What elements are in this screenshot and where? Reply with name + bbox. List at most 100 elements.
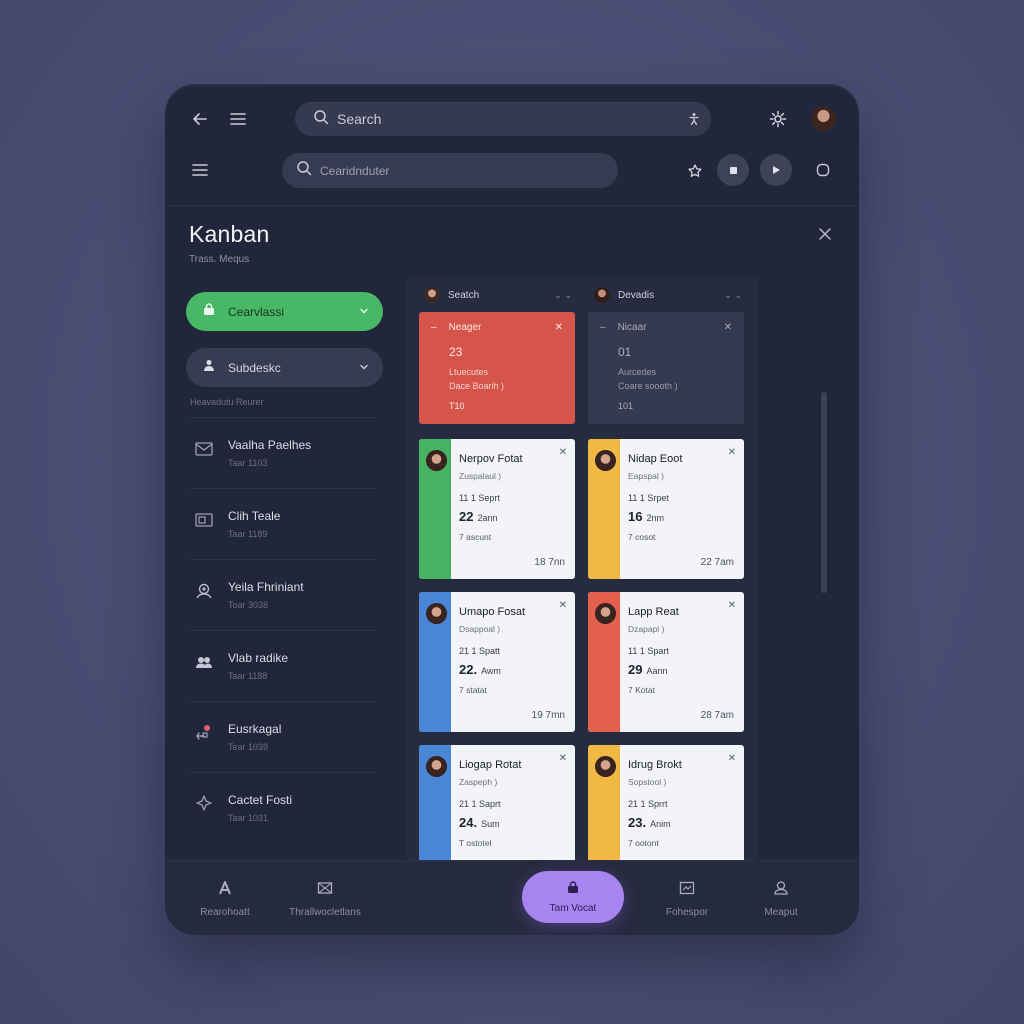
- task-card[interactable]: Umapo Fosat Dsappoal ) 21 1 Spatt 22. Awm…: [419, 592, 575, 732]
- primary-filter-dropdown[interactable]: Cearvlassi: [186, 292, 383, 331]
- card-color-strip: [588, 439, 620, 579]
- sidebar-item-sub: Tear 1039: [228, 742, 269, 752]
- task-card[interactable]: Lapp Reat Dzapapl ) 11 1 Spart 29 Aann 7 …: [588, 592, 744, 732]
- card-date: 21 1 Spatt: [459, 646, 501, 656]
- secondary-filter-dropdown[interactable]: Subdeskc: [186, 348, 383, 387]
- sidebar-item-sub: Taar 1031: [228, 813, 269, 823]
- sidebar-item[interactable]: Clih Teale Taar 1189: [190, 488, 376, 559]
- team-vote-button[interactable]: Tam Vocat: [522, 871, 624, 923]
- card-color-strip: [588, 592, 620, 732]
- summary-card[interactable]: – Nicaar ✕ 01 Aurcedes Coare soooth ) 101: [588, 312, 744, 424]
- sidebar-item-sub: Toar 3038: [228, 600, 269, 610]
- card-number: 29: [628, 662, 643, 677]
- summary-card[interactable]: – Neager ✕ 23 Ltuecutes Dace Boarih ) T10: [419, 312, 575, 424]
- card-time: 28 7am: [700, 710, 734, 721]
- more-options-icon[interactable]: [811, 158, 835, 182]
- card-status: 7 ootont: [628, 838, 659, 848]
- card-time: 22 7am: [700, 557, 734, 568]
- task-card[interactable]: Nidap Eoot Eapspal ) 11 1 Srpet 16 2nm 7 …: [588, 439, 744, 579]
- accessibility-icon[interactable]: [677, 102, 711, 136]
- task-card[interactable]: Nerpov Fotat Zuspalaul ) 11 1 Seprt 22 2a…: [419, 439, 575, 579]
- nav-item-profile[interactable]: Meaput: [741, 861, 821, 935]
- primary-filter-label: Cearvlassi: [228, 304, 285, 319]
- sidebar-item[interactable]: Yeila Fhriniant Toar 3038: [190, 559, 376, 630]
- card-number: 22.: [459, 662, 478, 677]
- card-status: 7 cosot: [628, 532, 656, 542]
- user-group-icon: [202, 358, 216, 377]
- play-icon: [773, 166, 780, 174]
- sidebar-item-label: Eusrkagal: [228, 722, 282, 736]
- sidebar-item-label: Vaalha Paelhes: [228, 438, 312, 452]
- card-number: 16: [628, 509, 643, 524]
- close-icon[interactable]: ✕: [728, 600, 736, 611]
- close-icon[interactable]: ✕: [728, 447, 736, 458]
- user-badge-icon: [194, 581, 216, 603]
- stop-icon: [729, 166, 737, 174]
- settings-gear-icon[interactable]: [765, 106, 791, 132]
- card-meta: Sum: [481, 819, 500, 829]
- nav-label: Rearohoatt: [200, 906, 250, 918]
- lock-icon: [566, 880, 580, 899]
- avatar: [594, 287, 610, 303]
- global-search-bar[interactable]: Search: [295, 102, 711, 136]
- close-icon[interactable]: ✕: [728, 753, 736, 764]
- sidebar-item-label: Yeila Fhriniant: [228, 580, 304, 594]
- card-subtitle: Dzapapl ): [628, 624, 665, 634]
- card-color-strip: [419, 439, 451, 579]
- menu-icon[interactable]: [225, 106, 251, 132]
- share-icon: [194, 723, 216, 745]
- card-meta: Awm: [481, 666, 501, 676]
- play-button[interactable]: [760, 154, 792, 186]
- people-icon: [194, 652, 216, 674]
- sidebar-item[interactable]: Vlab radike Taar 1188: [190, 630, 376, 701]
- sidebar-item-label: Clih Teale: [228, 509, 281, 523]
- card-time: 19 7mn: [531, 710, 565, 721]
- search-icon: [296, 160, 312, 181]
- close-icon[interactable]: ✕: [559, 600, 567, 611]
- card-title: Liogap Rotat: [459, 759, 522, 771]
- column-title: Seatch: [448, 289, 480, 301]
- chevron-down-icon[interactable]: ⌄ ⌄: [554, 290, 572, 301]
- menu-icon-secondary[interactable]: [187, 157, 213, 183]
- sidebar-item-label: Cactet Fosti: [228, 793, 293, 807]
- column-header[interactable]: Devadis ⌄ ⌄: [594, 284, 742, 306]
- sidebar-item[interactable]: Vaalha Paelhes Taar 1103: [190, 417, 376, 488]
- card-count: 01: [618, 345, 632, 359]
- card-subtitle: Sopstool ): [628, 777, 667, 787]
- fab-label: Tam Vocat: [549, 903, 597, 914]
- sidebar-caption: Heavadutu Reurer: [190, 397, 264, 407]
- close-icon[interactable]: ✕: [559, 447, 567, 458]
- close-icon[interactable]: ✕: [724, 322, 732, 333]
- chevron-down-icon[interactable]: ⌄ ⌄: [724, 290, 742, 301]
- card-status: T ostotel: [459, 838, 492, 848]
- sidebar-item[interactable]: Eusrkagal Tear 1039: [190, 701, 376, 772]
- chart-icon: [679, 880, 695, 901]
- image-icon: [194, 510, 216, 532]
- close-icon[interactable]: ✕: [559, 753, 567, 764]
- board-search-input[interactable]: [320, 163, 570, 178]
- card-meta: 2nm: [646, 513, 664, 523]
- stop-button[interactable]: [717, 154, 749, 186]
- avatar: [595, 450, 616, 471]
- column-header[interactable]: Seatch ⌄ ⌄: [424, 284, 572, 306]
- user-icon: [773, 880, 789, 901]
- nav-item-workflows[interactable]: Thrallwocletlans: [270, 861, 380, 935]
- sidebar-item[interactable]: Cactet Fosti Taar 1031: [190, 772, 376, 843]
- close-icon[interactable]: ✕: [555, 322, 563, 333]
- card-meta: Anim: [650, 819, 671, 829]
- user-avatar[interactable]: [811, 106, 836, 131]
- board-search-bar[interactable]: [282, 153, 618, 188]
- star-icon[interactable]: [682, 158, 708, 184]
- card-number: 24.: [459, 815, 478, 830]
- card-date: 21 1 Sprrt: [628, 799, 668, 809]
- sidebar-item-sub: Taar 1189: [228, 529, 268, 539]
- nav-item-search[interactable]: Rearohoatt: [185, 861, 265, 935]
- vertical-scrollbar[interactable]: [821, 392, 827, 593]
- nav-item-reports[interactable]: Fohespor: [647, 861, 727, 935]
- close-icon[interactable]: [815, 224, 835, 244]
- avatar: [595, 603, 616, 624]
- avatar: [595, 756, 616, 777]
- card-footer: 101: [618, 401, 634, 411]
- card-time: 18 7nn: [534, 557, 565, 568]
- back-arrow-icon[interactable]: [187, 106, 213, 132]
